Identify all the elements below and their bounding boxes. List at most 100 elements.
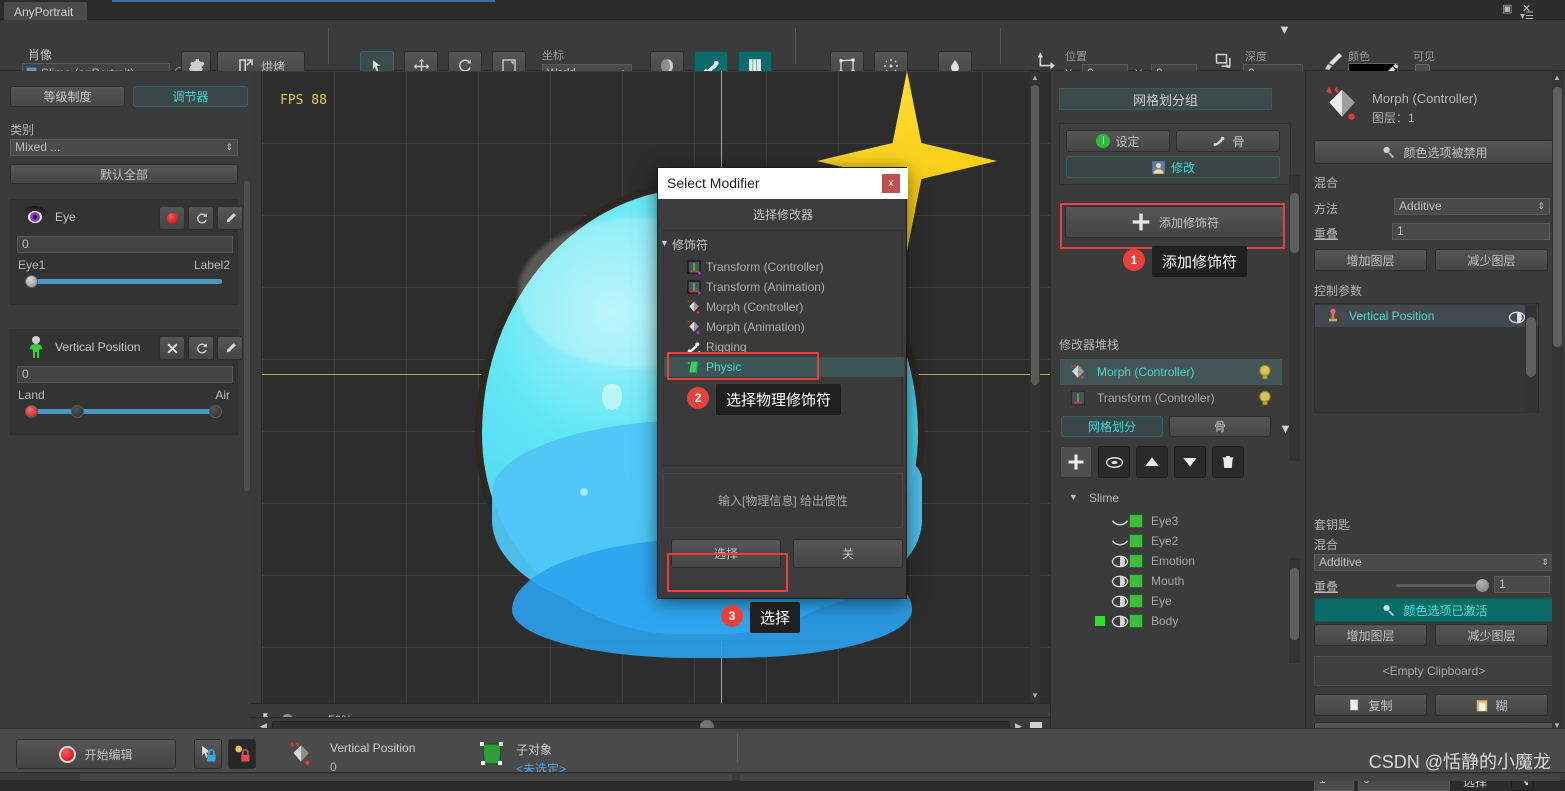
param-value-input[interactable]: 0: [17, 236, 233, 253]
mesh-group-header[interactable]: 网格划分组: [1059, 88, 1272, 110]
edit-button[interactable]: [217, 206, 243, 230]
stack-item-morph-controller[interactable]: Morph (Controller): [1060, 359, 1282, 385]
remove-layer-button-2[interactable]: 减少图层: [1435, 624, 1548, 646]
viewport-canvas[interactable]: FPS 88 ▲ ▼: [262, 71, 1050, 703]
add-layer-button[interactable]: 增加图层: [1314, 249, 1427, 271]
maximize-icon[interactable]: ▣: [1502, 2, 1512, 15]
reset-button[interactable]: [188, 336, 214, 360]
modifier-item-morph-controller[interactable]: Morph (Controller): [664, 297, 904, 317]
mesh-group-button[interactable]: [1098, 446, 1130, 478]
portrait-label: 肖像: [28, 48, 53, 62]
weight-input[interactable]: 1: [1392, 223, 1550, 240]
modifier-item-rigging[interactable]: Rigging: [664, 337, 904, 357]
mesh-group-scrollbar[interactable]: [1289, 175, 1300, 461]
tab-controller[interactable]: 调节器: [133, 86, 248, 107]
transform-animation-icon: [686, 279, 702, 295]
control-param-scrollbar[interactable]: [1525, 305, 1537, 413]
param-slider-knob-mid[interactable]: [71, 405, 84, 418]
arrow-up-icon[interactable]: ▲: [1553, 73, 1561, 82]
start-edit-button[interactable]: 开始编辑: [16, 739, 176, 769]
select-modifier-dialog[interactable]: Select Modifier x 选择修改器 ▼ 修饰符 Transform …: [657, 167, 908, 599]
list-item[interactable]: Body: [1051, 611, 1291, 631]
scroll-thumb[interactable]: [1290, 568, 1299, 640]
mesh-list-scrollbar[interactable]: [1289, 558, 1300, 663]
visibility-icon[interactable]: [1508, 309, 1526, 331]
color-option-active-button[interactable]: 颜色选项已激活: [1314, 598, 1554, 622]
modifier-item-transform-controller[interactable]: Transform (Controller): [664, 257, 904, 277]
param-slider-knob-start[interactable]: [25, 405, 38, 418]
tab-hierarchy[interactable]: 等级制度: [10, 86, 125, 107]
chevron-down-icon[interactable]: ▼: [1069, 492, 1078, 502]
keyset-method-select[interactable]: Additive ⇕: [1314, 554, 1554, 571]
modifier-item-morph-animation[interactable]: Morph (Animation): [664, 317, 904, 337]
paste-button[interactable]: 糊: [1435, 694, 1548, 716]
list-item[interactable]: Eye2: [1051, 531, 1291, 551]
viewport-scroll-thumb[interactable]: [1031, 85, 1039, 385]
visibility-icon[interactable]: [1111, 574, 1129, 588]
visibility-icon[interactable]: [1111, 554, 1129, 568]
chevron-down-icon[interactable]: ▼: [660, 238, 669, 248]
settings-button[interactable]: i 设定: [1066, 130, 1170, 152]
cursor-lock-button[interactable]: [194, 739, 222, 769]
keyset-weight-input[interactable]: 1: [1494, 576, 1550, 593]
add-modifier-button[interactable]: 添加修饰符: [1065, 206, 1285, 238]
chevron-updown-icon: ⇕: [225, 142, 233, 152]
arrow-up-icon[interactable]: ▲: [1031, 73, 1039, 82]
stack-item-transform-controller[interactable]: Transform (Controller): [1060, 385, 1282, 411]
list-item[interactable]: Eye: [1051, 591, 1291, 611]
bone-button[interactable]: 骨: [1176, 130, 1280, 152]
move-up-button[interactable]: [1136, 446, 1168, 478]
viewport-scrollbar-vertical[interactable]: ▲ ▼: [1030, 71, 1040, 703]
list-item[interactable]: Mouth: [1051, 571, 1291, 591]
chevron-down-icon[interactable]: ▼: [1279, 421, 1292, 436]
color-option-disabled-button[interactable]: 颜色选项被禁用: [1314, 140, 1554, 164]
close-icon[interactable]: x: [882, 174, 900, 193]
bulb-icon[interactable]: [1256, 363, 1274, 381]
visibility-icon[interactable]: [1111, 614, 1129, 628]
bulb-icon[interactable]: [1256, 389, 1274, 407]
method-select[interactable]: Additive ⇕: [1394, 198, 1550, 215]
arrow-down-icon[interactable]: ▼: [1031, 691, 1039, 700]
scroll-thumb[interactable]: [1553, 87, 1562, 347]
modify-button[interactable]: 修改: [1066, 156, 1280, 178]
chevron-down-icon[interactable]: ▼: [1278, 22, 1291, 37]
list-item[interactable]: Emotion: [1051, 551, 1291, 571]
bulb-lock-button[interactable]: [228, 739, 256, 769]
keyset-weight-slider-knob[interactable]: [1476, 579, 1489, 592]
record-button[interactable]: [159, 336, 185, 360]
param-slider-track[interactable]: [25, 409, 222, 414]
tab-anyportrait[interactable]: AnyPortrait: [4, 2, 88, 20]
record-button[interactable]: [159, 206, 185, 230]
curve-icon[interactable]: [1111, 514, 1129, 528]
tab-mesh[interactable]: 网格划分: [1061, 416, 1163, 437]
modifier-item-label: Morph (Animation): [706, 320, 805, 334]
scroll-thumb[interactable]: [1526, 317, 1536, 377]
modifier-item-transform-animation[interactable]: Transform (Animation): [664, 277, 904, 297]
param-value-input[interactable]: 0: [17, 366, 233, 383]
tab-bone[interactable]: 骨: [1169, 416, 1271, 437]
edit-button[interactable]: [217, 336, 243, 360]
dialog-select-button[interactable]: 选择: [671, 539, 781, 568]
copy-button[interactable]: 复制: [1314, 694, 1427, 716]
list-item[interactable]: Eye3: [1051, 511, 1291, 531]
delete-button[interactable]: [1212, 446, 1244, 478]
add-mesh-button[interactable]: [1060, 446, 1092, 478]
remove-layer-button[interactable]: 减少图层: [1435, 249, 1548, 271]
move-down-button[interactable]: [1174, 446, 1206, 478]
keyset-weight-slider-track[interactable]: [1396, 584, 1484, 587]
modifier-item-physic[interactable]: Physic: [664, 357, 904, 377]
param-slider-knob-end[interactable]: [209, 405, 222, 418]
category-select[interactable]: Mixed ... ⇕: [10, 139, 238, 156]
param-slider-track[interactable]: [25, 279, 222, 284]
curve-icon[interactable]: [1111, 534, 1129, 548]
mesh-tree-root[interactable]: ▼ Slime: [1069, 491, 1119, 505]
right-panel-scrollbar[interactable]: ▲ ▼: [1552, 71, 1563, 736]
default-all-button[interactable]: 默认全部: [10, 164, 238, 184]
reset-button[interactable]: [188, 206, 214, 230]
dialog-close-button[interactable]: 关: [793, 539, 903, 568]
scroll-thumb[interactable]: [1290, 193, 1299, 253]
add-layer-button-2[interactable]: 增加图层: [1314, 624, 1427, 646]
param-slider-knob[interactable]: [25, 275, 38, 288]
control-param-row[interactable]: Vertical Position: [1315, 305, 1538, 327]
visibility-icon[interactable]: [1111, 594, 1129, 608]
